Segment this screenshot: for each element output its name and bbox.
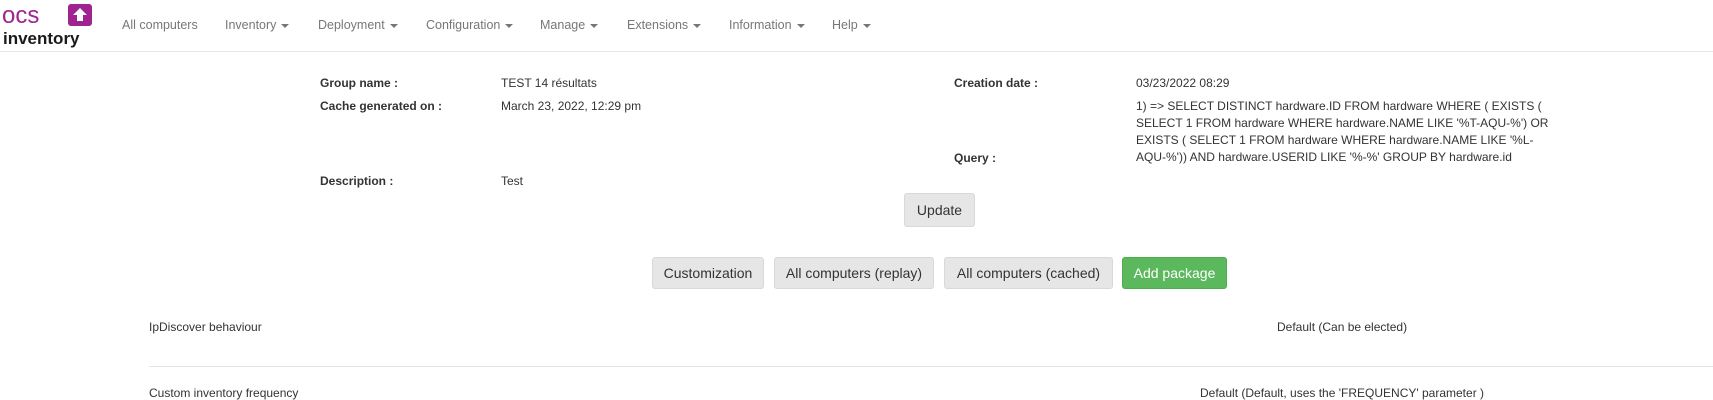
- group-name-label: Group name :: [320, 76, 399, 90]
- nav-label: Help: [832, 18, 858, 32]
- nav-label: Inventory: [225, 18, 277, 32]
- nav-extensions[interactable]: Extensions: [627, 17, 702, 33]
- nav-label: Information: [729, 18, 792, 32]
- caret-down-icon: [693, 23, 702, 28]
- add-package-button[interactable]: Add package: [1122, 257, 1227, 289]
- nav-information[interactable]: Information: [729, 17, 805, 33]
- nav-inventory[interactable]: Inventory: [225, 17, 290, 33]
- settings-divider: [149, 366, 1713, 367]
- inventory-frequency-label: Custom inventory frequency: [149, 386, 299, 400]
- nav-label: Manage: [540, 18, 586, 32]
- svg-text:inventory: inventory: [3, 29, 80, 48]
- ipdiscover-value: Default (Can be elected): [1277, 320, 1408, 334]
- description-label: Description :: [320, 174, 394, 188]
- all-computers-cached-button[interactable]: All computers (cached): [944, 257, 1113, 289]
- inventory-frequency-value: Default (Default, uses the 'FREQUENCY' p…: [1200, 386, 1485, 400]
- update-button[interactable]: Update: [904, 193, 975, 227]
- cache-generated-value: March 23, 2022, 12:29 pm: [501, 99, 642, 113]
- description-value: Test: [501, 174, 524, 188]
- nav-label: Configuration: [426, 18, 501, 32]
- nav-manage[interactable]: Manage: [540, 17, 599, 33]
- caret-down-icon: [862, 23, 871, 28]
- group-name-value: TEST 14 résultats: [501, 76, 597, 90]
- all-computers-replay-button[interactable]: All computers (replay): [774, 257, 934, 289]
- creation-date-value: 03/23/2022 08:29: [1136, 76, 1230, 90]
- ocs-inventory-logo[interactable]: ocs inventory: [2, 2, 94, 48]
- svg-text:ocs: ocs: [2, 2, 39, 29]
- customization-button[interactable]: Customization: [652, 257, 764, 289]
- caret-down-icon: [590, 23, 599, 28]
- creation-date-label: Creation date :: [954, 76, 1039, 90]
- nav-label: Extensions: [627, 18, 689, 32]
- caret-down-icon: [389, 23, 398, 28]
- nav-label: Deployment: [318, 18, 385, 32]
- caret-down-icon: [281, 23, 290, 28]
- caret-down-icon: [505, 23, 514, 28]
- ipdiscover-label: IpDiscover behaviour: [149, 320, 262, 334]
- cache-generated-label: Cache generated on :: [320, 99, 443, 113]
- nav-all-computers[interactable]: All computers: [122, 17, 198, 33]
- caret-down-icon: [796, 23, 805, 28]
- nav-deployment[interactable]: Deployment: [318, 17, 398, 33]
- nav-label: All computers: [122, 18, 198, 32]
- top-navbar: ocs inventory All computers Inventory De…: [0, 0, 1713, 52]
- nav-help[interactable]: Help: [832, 17, 871, 33]
- query-label: Query :: [954, 151, 997, 165]
- nav-configuration[interactable]: Configuration: [426, 17, 514, 33]
- query-value: 1) => SELECT DISTINCT hardware.ID FROM h…: [1136, 99, 1549, 164]
